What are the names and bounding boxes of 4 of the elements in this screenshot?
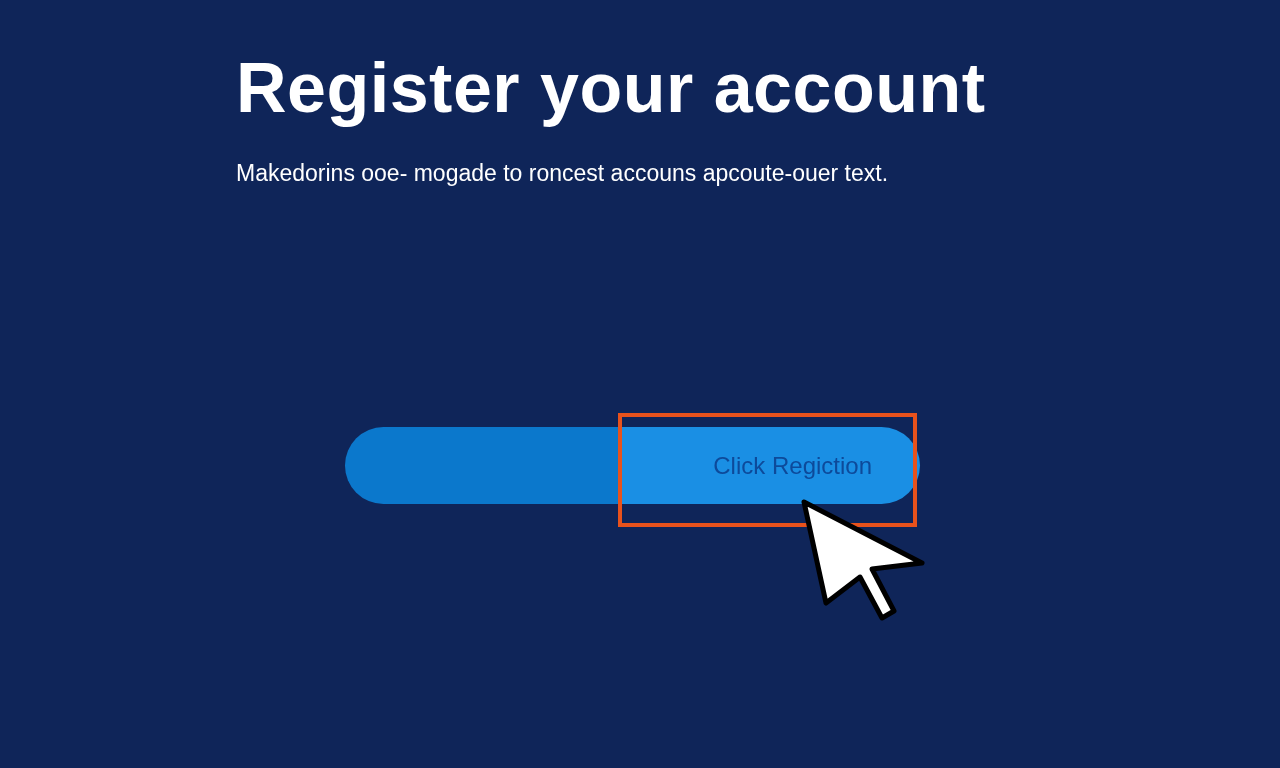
register-button[interactable]: Click Regiction bbox=[345, 427, 920, 504]
page-title: Register your account bbox=[236, 48, 987, 128]
subtitle: Makedorins ooe- mogade to roncest accouns apcoute-ouer text. bbox=[236, 159, 890, 188]
cursor-icon bbox=[800, 499, 926, 621]
